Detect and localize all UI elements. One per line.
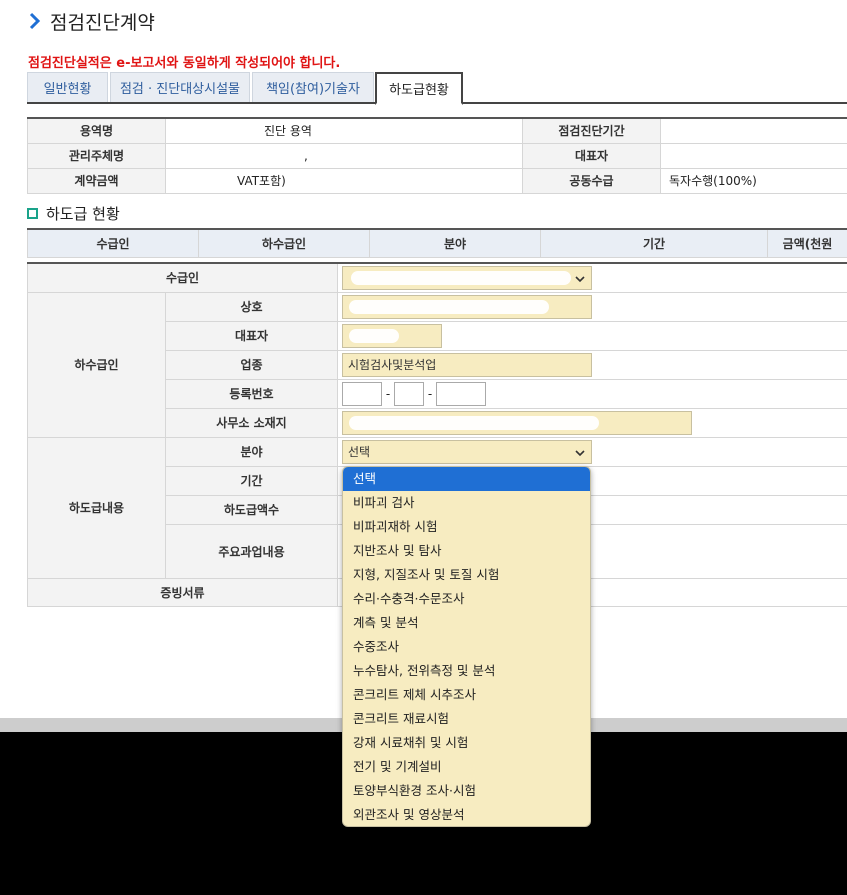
contract-info-table: 용역명 진단 용역 점검진단기간 관리주체명 , 대표자 계약금액 VAT포함)… — [27, 117, 847, 194]
tab-facilities[interactable]: 점검 · 진단대상시설물 — [110, 72, 250, 102]
dropdown-option[interactable]: 계측 및 분석 — [343, 611, 590, 635]
notice-text: 점검진단실적은 e-보고서와 동일하게 작성되어야 합니다. — [28, 56, 341, 71]
company-name-label: 상호 — [165, 291, 338, 322]
main-work-label: 주요과업내용 — [165, 523, 338, 579]
chevron-down-icon — [575, 449, 585, 456]
period-value — [660, 117, 847, 144]
dropdown-option[interactable]: 지형, 지질조사 및 토질 시험 — [343, 563, 590, 587]
amount-value: VAT포함) — [165, 167, 523, 194]
tab-engineers[interactable]: 책임(참여)기술자 — [252, 72, 374, 102]
contractor-label: 수급인 — [27, 262, 338, 293]
square-bullet-icon — [27, 207, 38, 219]
dropdown-option[interactable]: 수리·수충격·수문조사 — [343, 587, 590, 611]
service-name-label: 용역명 — [27, 117, 166, 144]
sub-rep-label: 대표자 — [165, 320, 338, 351]
field-dropdown-list[interactable]: 선택 비파괴 검사 비파괴재하 시험 지반조사 및 탐사 지형, 지질조사 및 … — [342, 466, 591, 827]
dropdown-option[interactable]: 지반조사 및 탐사 — [343, 539, 590, 563]
reg-number-part1[interactable] — [342, 381, 382, 406]
dropdown-option[interactable]: 수중조사 — [343, 635, 590, 659]
address-input[interactable] — [342, 410, 692, 435]
page-title-text: 점검진단계약 — [50, 11, 155, 34]
dropdown-option[interactable]: 토양부식환경 조사·시험 — [343, 779, 590, 803]
dropdown-option[interactable]: 콘크리트 제체 시추조사 — [343, 683, 590, 707]
tab-bar: 일반현황 점검 · 진단대상시설물 책임(참여)기술자 하도급현황 — [27, 72, 847, 105]
subcontract-list-header: 수급인 하수급인 분야 기간 금액(천원 — [27, 228, 847, 258]
company-name-input[interactable] — [342, 294, 592, 319]
dropdown-option[interactable]: 전기 및 기계설비 — [343, 755, 590, 779]
page-title: 점검진단계약 — [26, 8, 155, 34]
docs-label: 증빙서류 — [27, 577, 338, 607]
section-title: 하도급 현황 — [27, 203, 120, 223]
dropdown-option[interactable]: 콘크리트 재료시험 — [343, 707, 590, 731]
col-field: 분야 — [369, 228, 541, 258]
chevron-right-icon — [29, 12, 41, 30]
reg-number-part3[interactable] — [436, 381, 486, 406]
field-label: 분야 — [165, 436, 338, 467]
dropdown-option[interactable]: 비파괴 검사 — [343, 491, 590, 515]
business-type-label: 업종 — [165, 349, 338, 380]
business-type-input[interactable]: 시험검사및분석업 — [342, 352, 592, 377]
reg-number-part2[interactable] — [394, 381, 424, 406]
amount-label: 계약금액 — [27, 167, 166, 194]
dropdown-option[interactable]: 누수탐사, 전위측정 및 분석 — [343, 659, 590, 683]
period-label: 점검진단기간 — [522, 117, 661, 144]
sub-rep-input[interactable] — [342, 323, 442, 348]
manager-value: , — [165, 142, 523, 169]
dropdown-option[interactable]: 비파괴재하 시험 — [343, 515, 590, 539]
tab-general[interactable]: 일반현황 — [27, 72, 108, 102]
col-contractor: 수급인 — [27, 228, 199, 258]
chevron-down-icon — [575, 276, 585, 282]
subcontractor-group-label: 하수급인 — [27, 291, 166, 438]
joint-value: 독자수행(100%) — [660, 167, 847, 194]
field-select[interactable]: 선택 — [342, 439, 592, 464]
address-label: 사무소 소재지 — [165, 407, 338, 438]
manager-label: 관리주체명 — [27, 142, 166, 169]
col-amount: 금액(천원 — [767, 228, 847, 258]
dropdown-option[interactable]: 강재 시료채취 및 시험 — [343, 731, 590, 755]
representative-label: 대표자 — [522, 142, 661, 169]
contractor-select[interactable] — [342, 265, 592, 290]
col-subcontractor: 하수급인 — [198, 228, 370, 258]
joint-label: 공동수급 — [522, 167, 661, 194]
representative-value — [660, 142, 847, 169]
col-period: 기간 — [540, 228, 768, 258]
tab-subcontract[interactable]: 하도급현황 — [375, 72, 463, 105]
reg-number-label: 등록번호 — [165, 378, 338, 409]
sub-amount-label: 하도급액수 — [165, 494, 338, 525]
dropdown-option[interactable]: 선택 — [343, 467, 590, 491]
content-group-label: 하도급내용 — [27, 436, 166, 579]
sub-period-label: 기간 — [165, 465, 338, 496]
service-name-value: 진단 용역 — [165, 117, 523, 144]
dropdown-option[interactable]: 외관조사 및 영상분석 — [343, 803, 590, 826]
